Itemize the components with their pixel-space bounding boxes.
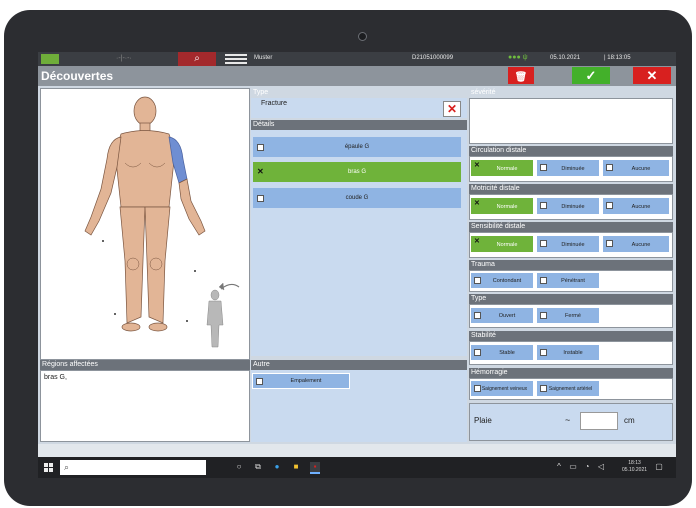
page-title: Découvertes: [41, 69, 114, 83]
search-button[interactable]: ⌕: [178, 52, 216, 66]
notification-icon[interactable]: ▢: [654, 462, 664, 472]
taskbar-clock[interactable]: 18:13 05.10.2021: [622, 460, 647, 474]
hemorragie-option[interactable]: Saignement veineux: [470, 380, 534, 397]
detail-option[interactable]: coude G: [253, 188, 461, 208]
regions-box: bras G,: [40, 370, 250, 442]
details-header: Détails: [251, 120, 467, 130]
file-explorer-icon[interactable]: ■: [291, 462, 301, 472]
regions-header: Régions affectées: [40, 360, 250, 370]
stabilite-option[interactable]: Instable: [536, 344, 600, 361]
title-bar: Découvertes 🗑 ✓ ✕: [38, 66, 676, 86]
circulation-header: Circulation distale: [469, 146, 673, 156]
windows-start-icon[interactable]: [44, 463, 53, 472]
plaie-tilde: ~: [565, 415, 571, 425]
task-view-icon[interactable]: ⧉: [253, 462, 263, 472]
hemorragie-option[interactable]: Saignement artériel: [536, 380, 600, 397]
type-box: Fracture ✕: [251, 98, 467, 118]
stabilite-option[interactable]: Stable: [470, 344, 534, 361]
app-screen: ·-|-·-· ⌕ Muster D21051000099 ●●● ψ 05.1…: [38, 52, 676, 478]
patient-id: D21051000099: [412, 55, 454, 61]
motricite-header: Motricité distale: [469, 184, 673, 194]
plaie-input[interactable]: [580, 412, 618, 430]
tray-chevron-icon[interactable]: ^: [554, 462, 564, 472]
trauma-header: Trauma: [469, 260, 673, 270]
trauma-option[interactable]: Contondant: [470, 272, 534, 289]
circulation-option[interactable]: Aucune: [602, 159, 670, 177]
camera-icon: [358, 32, 367, 41]
plaie-box: Plaie ~ cm: [469, 403, 673, 441]
trash-icon: 🗑: [514, 72, 528, 83]
hemorragie-header: Hémorragie: [469, 368, 673, 378]
type2-option[interactable]: Fermé: [536, 307, 600, 324]
search-icon: ⌕: [64, 462, 70, 472]
edge-icon[interactable]: ●: [272, 462, 282, 472]
detail-option[interactable]: ✕ bras G: [253, 162, 461, 182]
rotate-view-icon[interactable]: [206, 282, 240, 348]
circulation-option[interactable]: ✕ Normale: [470, 159, 534, 177]
sensibilite-option[interactable]: Aucune: [602, 235, 670, 253]
type2-option[interactable]: Ouvert: [470, 307, 534, 324]
top-status-bar: ·-|-·-· ⌕ Muster D21051000099 ●●● ψ 05.1…: [38, 52, 676, 66]
delete-button[interactable]: 🗑: [508, 67, 534, 84]
trauma-option[interactable]: Pénétrant: [536, 272, 600, 289]
motricite-option[interactable]: ✕ Normale: [470, 197, 534, 215]
checked-icon: ✕: [474, 200, 480, 207]
wifi-icon[interactable]: ◔: [582, 462, 592, 472]
close-icon: ✕: [446, 102, 458, 116]
confirm-button[interactable]: ✓: [572, 67, 610, 84]
severity-box[interactable]: [469, 98, 673, 144]
taskbar: ⌕ ○ ⧉ ● ■ ▪ ^ ▭ ◔ ◁ 18:13 05.10.2021 ▢: [38, 457, 676, 478]
type-header: Type: [253, 89, 269, 96]
autre-header: Autre: [251, 360, 467, 370]
time-label: | 18:13:05: [604, 55, 631, 61]
severity-header: sévérité: [471, 89, 496, 96]
battery-icon: ▭: [569, 462, 577, 471]
stabilite-header: Stabilité: [469, 331, 673, 341]
menu-icon[interactable]: [225, 54, 247, 64]
taskbar-search[interactable]: ⌕: [60, 460, 206, 475]
type2-header: Type: [469, 294, 673, 304]
signal-icon: ●●● ψ: [508, 54, 528, 61]
mail-icon[interactable]: [41, 54, 59, 64]
search-icon: ⌕: [194, 53, 200, 64]
sensibilite-option[interactable]: Diminuée: [536, 235, 600, 253]
autre-option[interactable]: Empalement: [252, 373, 350, 389]
cortana-icon[interactable]: ○: [234, 462, 244, 472]
type-clear-button[interactable]: ✕: [443, 101, 461, 117]
regions-value: bras G,: [44, 374, 67, 381]
status-dots: ·-|-·-·: [116, 55, 132, 62]
type-value: Fracture: [261, 100, 288, 107]
sensibilite-option[interactable]: ✕ Normale: [470, 235, 534, 253]
checked-icon: ✕: [474, 162, 480, 169]
checked-icon: ✕: [474, 238, 480, 245]
motricite-option[interactable]: Aucune: [602, 197, 670, 215]
app-taskbar-icon[interactable]: ▪: [310, 462, 320, 474]
close-icon: ✕: [646, 68, 658, 83]
plaie-label: Plaie: [474, 416, 492, 425]
status-strip: [38, 444, 676, 457]
check-icon: ✓: [585, 68, 597, 83]
volume-icon[interactable]: ◁: [596, 462, 606, 472]
plaie-unit: cm: [624, 416, 635, 425]
detail-option[interactable]: épaule G: [253, 137, 461, 157]
cancel-button[interactable]: ✕: [633, 67, 671, 84]
body-figure[interactable]: [41, 89, 249, 359]
muster-label: Muster: [254, 55, 273, 61]
circulation-option[interactable]: Diminuée: [536, 159, 600, 177]
motricite-option[interactable]: Diminuée: [536, 197, 600, 215]
sensibilite-header: Sensibilité distale: [469, 222, 673, 232]
body-diagram-panel[interactable]: [40, 88, 250, 360]
date-label: 05.10.2021: [550, 55, 581, 61]
